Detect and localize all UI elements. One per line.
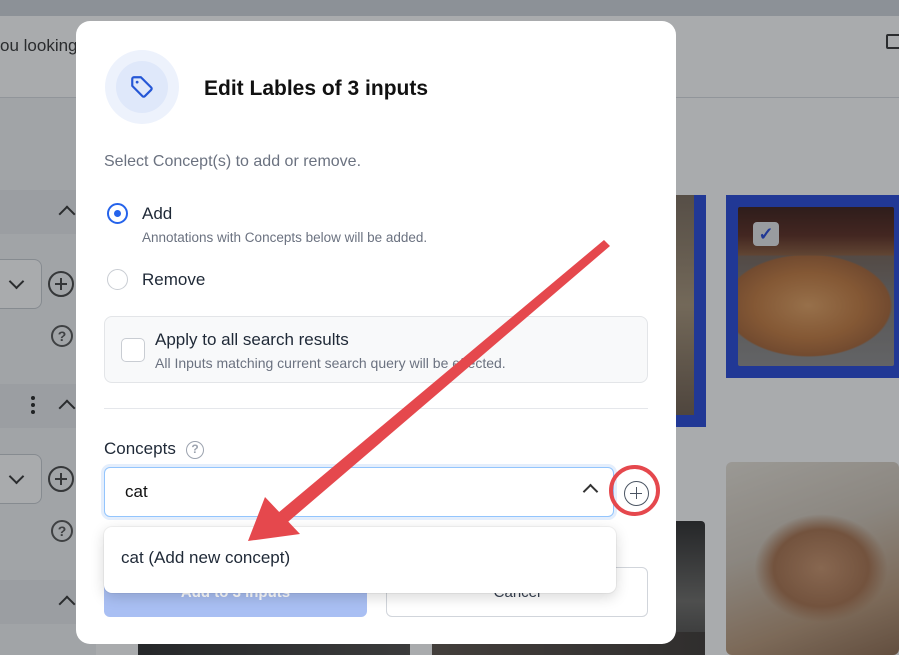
- modal-icon-badge: [105, 50, 179, 124]
- apply-all-checkbox[interactable]: [121, 338, 145, 362]
- apply-all-hint: All Inputs matching current search query…: [155, 355, 506, 371]
- apply-all-label[interactable]: Apply to all search results: [155, 330, 349, 350]
- radio-add-hint: Annotations with Concepts below will be …: [142, 230, 428, 245]
- plus-circle-icon[interactable]: [624, 481, 649, 506]
- modal-title: Edit Lables of 3 inputs: [204, 77, 429, 100]
- tag-icon: [131, 76, 153, 98]
- divider: [104, 408, 648, 409]
- apply-all-option[interactable]: Apply to all search results All Inputs m…: [104, 316, 648, 383]
- radio-remove[interactable]: [107, 269, 128, 290]
- add-new-concept-option[interactable]: cat (Add new concept): [121, 548, 290, 568]
- question-circle-icon[interactable]: ?: [186, 441, 204, 459]
- concept-search-input[interactable]: [104, 467, 614, 517]
- concept-dropdown: cat (Add new concept): [104, 527, 616, 593]
- radio-add[interactable]: [107, 203, 128, 224]
- radio-remove-label[interactable]: Remove: [142, 270, 205, 290]
- concepts-label: Concepts: [104, 439, 176, 458]
- modal-subtitle: Select Concept(s) to add or remove.: [104, 153, 362, 170]
- radio-add-label[interactable]: Add: [142, 204, 172, 224]
